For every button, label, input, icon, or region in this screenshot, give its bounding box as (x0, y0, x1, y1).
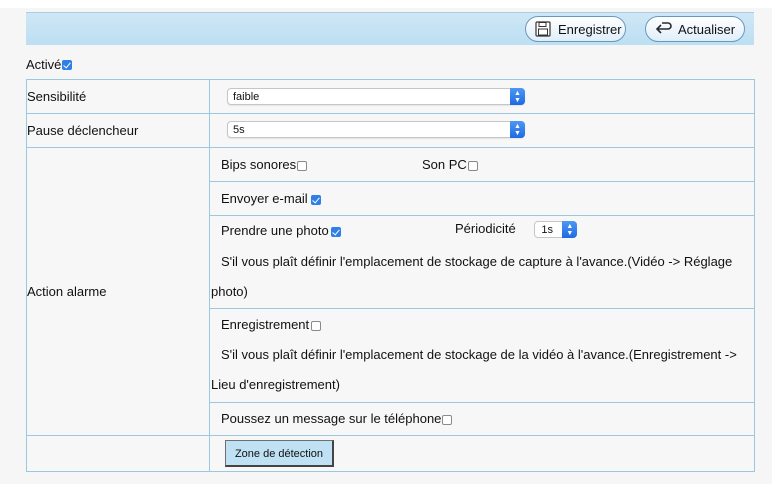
beeps-checkbox[interactable] (297, 160, 308, 171)
recording-row: Enregistrement S'il vous plaît définir l… (210, 309, 754, 403)
push-row: Poussez un message sur le téléphone (210, 403, 754, 435)
top-cropped-area (0, 0, 772, 8)
pc-sound-label: Son PC (422, 157, 467, 172)
photo-row: Prendre une photo Périodicité 1s ▲ ▼ S'il… (210, 216, 754, 309)
recording-note-line1: S'il vous plaît définir l'emplacement de… (221, 347, 737, 362)
email-row: Envoyer e-mail (210, 182, 754, 216)
refresh-button[interactable]: Actualiser (645, 16, 745, 42)
sensitivity-value: faible (233, 91, 260, 103)
push-label: Poussez un message sur le téléphone (221, 411, 442, 426)
active-row: Activé (26, 57, 73, 72)
save-button[interactable]: Enregistrer (525, 16, 626, 42)
select-arrows-icon: ▲ ▼ (510, 121, 525, 138)
undo-arrow-icon (654, 21, 672, 37)
toolbar: Enregistrer Actualiser (26, 12, 754, 45)
active-checkbox[interactable] (62, 59, 73, 70)
detection-zone-button[interactable]: Zone de détection (225, 440, 334, 467)
email-label: Envoyer e-mail (221, 191, 308, 206)
periodicity-select[interactable]: 1s ▲ ▼ (534, 221, 578, 239)
floppy-disk-icon (534, 21, 552, 37)
pc-sound-checkbox[interactable] (467, 160, 478, 171)
periodicity-label: Périodicité (455, 221, 516, 236)
trigger-pause-value: 5s (233, 124, 245, 136)
sensitivity-label: Sensibilité (26, 79, 210, 114)
periodicity-value: 1s (541, 224, 553, 237)
push-checkbox[interactable] (442, 414, 453, 425)
sensitivity-select[interactable]: faible ▲ ▼ (227, 88, 525, 105)
active-label: Activé (26, 57, 62, 72)
trigger-pause-select[interactable]: 5s ▲ ▼ (227, 121, 525, 138)
photo-label: Prendre une photo (221, 223, 329, 238)
alarm-action-label: Action alarme (26, 147, 210, 436)
select-arrows-icon: ▲ ▼ (562, 221, 578, 239)
save-button-label: Enregistrer (558, 21, 622, 37)
sound-options-row: Bips sonores Son PC (210, 148, 754, 182)
trigger-pause-label: Pause déclencheur (26, 113, 210, 148)
photo-note-line1: S'il vous plaît définir l'emplacement de… (221, 254, 733, 269)
recording-note-line2: Lieu d'enregistrement) (211, 377, 340, 392)
photo-note-line2: photo) (211, 284, 248, 299)
select-arrows-icon: ▲ ▼ (510, 88, 525, 105)
beeps-label: Bips sonores (221, 157, 297, 172)
settings-table: Sensibilité faible ▲ ▼ Pause déclencheur … (26, 79, 755, 472)
email-checkbox[interactable] (310, 194, 321, 205)
photo-checkbox[interactable] (330, 226, 341, 237)
recording-label: Enregistrement (221, 317, 310, 332)
recording-checkbox[interactable] (311, 320, 322, 331)
empty-label-cell (26, 435, 210, 472)
refresh-button-label: Actualiser (678, 21, 736, 37)
